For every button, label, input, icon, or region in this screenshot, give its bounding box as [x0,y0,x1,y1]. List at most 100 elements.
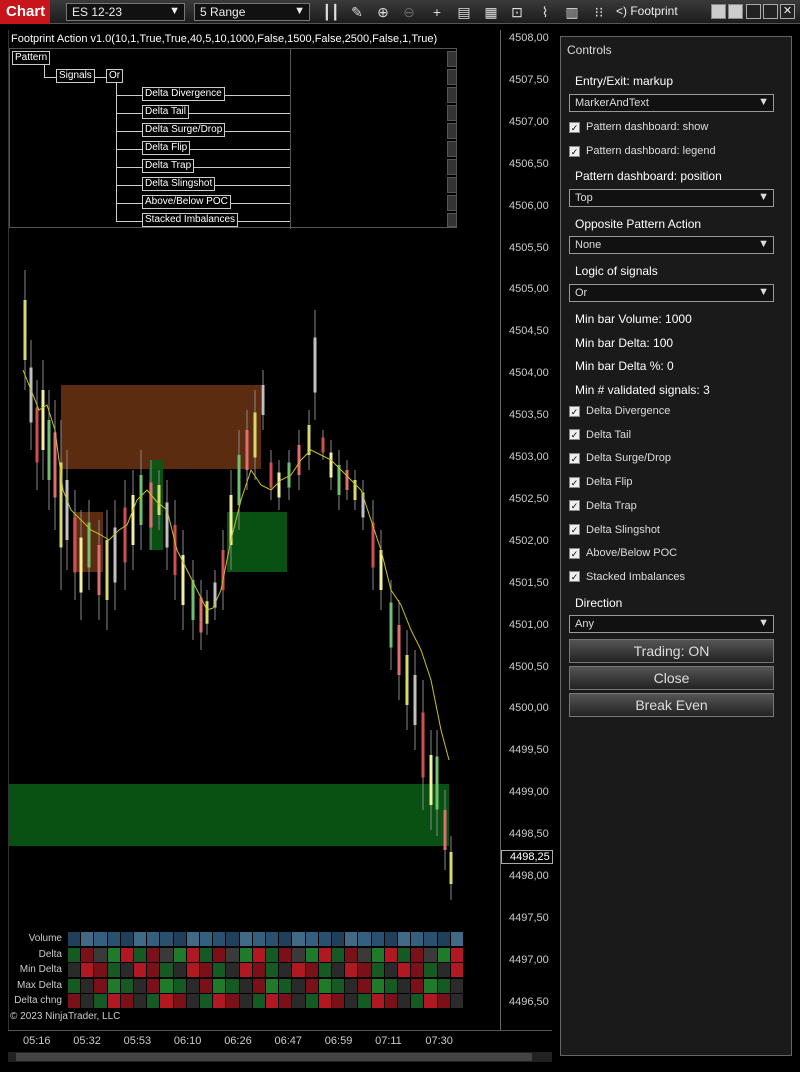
checkbox-icon[interactable]: ✓ [569,547,580,559]
candle-body [73,517,77,573]
checkbox-icon[interactable]: ✓ [569,121,580,133]
maximize-button[interactable] [763,4,778,19]
price-axis[interactable]: 4508,00 4507,50 4507,00 4506,50 4506,00 4505,… [500,30,553,1030]
logic-value: Or [575,287,588,299]
dash-legend-checkbox[interactable]: ✓ Pattern dashboard: legend [569,145,716,157]
dashboard-button[interactable] [447,195,457,211]
dashboard-button[interactable] [447,51,457,67]
dashboard-button[interactable] [447,159,457,175]
candle-body [321,437,325,453]
checkbox-icon[interactable]: ✓ [569,429,580,441]
crosshair-icon[interactable]: + [428,3,446,21]
stat-cell [213,932,226,946]
dashboard-button[interactable] [447,69,457,85]
interval-select[interactable]: 5 Range ▼ [194,3,310,21]
candle-body [389,602,393,648]
strategy-icon[interactable]: ⌇ [536,3,554,21]
candle-body [139,475,143,525]
signal-checkbox[interactable]: ✓ Delta Flip [569,476,632,488]
checkbox-icon[interactable]: ✓ [569,452,580,464]
opposite-select[interactable]: None ▼ [569,236,774,254]
checkbox-icon[interactable]: ✓ [569,145,580,157]
chart-tab[interactable]: Chart [0,0,50,24]
candle-body [105,540,109,600]
price-tick-label: 4506,50 [509,157,549,170]
signal-checkbox[interactable]: ✓ Delta Surge/Drop [569,452,671,464]
dashboard-button[interactable] [447,213,457,227]
signal-checkbox[interactable]: ✓ Delta Slingshot [569,524,660,536]
snapshot-icon[interactable]: ⊡ [508,3,526,21]
grid-icon[interactable]: ⁝⁝ [590,3,608,21]
time-tick-label: 06:47 [274,1035,303,1047]
chart-panel[interactable]: Footprint Action v1.0(10,1,True,True,40,… [8,30,500,1030]
dashboard-button[interactable] [447,141,457,157]
checkbox-icon[interactable]: ✓ [569,476,580,488]
stat-cell [173,963,186,977]
indicators-icon[interactable]: ▥ [563,3,581,21]
dash-position-select[interactable]: Top ▼ [569,189,774,207]
stat-cell [120,932,133,946]
dashboard-button[interactable] [447,87,457,103]
stat-cell [160,994,173,1008]
entry-exit-select[interactable]: MarkerAndText ▼ [569,94,774,112]
candle-body [131,495,135,545]
candle-body [297,445,301,475]
signal-checkbox[interactable]: ✓ Delta Tail [569,429,631,441]
stat-cell [305,994,318,1008]
checkbox-icon[interactable]: ✓ [569,571,580,583]
dashboard-button[interactable] [447,105,457,121]
close-icon[interactable]: ✕ [780,4,795,19]
stat-cell [292,932,305,946]
pattern-dashboard: Pattern Signals Or Delta Divergence Delta… [9,48,457,229]
signal-checkbox[interactable]: ✓ Stacked Imbalances [569,571,685,583]
pattern-item: Above/Below POC [142,195,231,209]
dash-show-checkbox[interactable]: ✓ Pattern dashboard: show [569,121,708,133]
checkbox-icon[interactable]: ✓ [569,524,580,536]
templates-icon[interactable]: ▦ [482,3,500,21]
stat-cell [173,978,186,993]
logic-select[interactable]: Or ▼ [569,284,774,302]
minimize-button[interactable] [746,4,761,19]
stat-cell [94,963,107,977]
price-tick-label: 4500,50 [509,660,549,673]
tile-icon[interactable] [728,4,743,19]
candle-body [313,337,317,393]
time-axis[interactable]: 05:16 05:32 05:53 06:10 06:26 06:47 06:59 07:11… [8,1030,552,1052]
stat-cell [332,932,345,946]
zoom-out-icon[interactable]: ⊖ [400,3,418,21]
zoom-in-icon[interactable]: ⊕ [374,3,392,21]
signal-checkbox[interactable]: ✓ Delta Divergence [569,405,670,417]
scrollbar-thumb[interactable] [16,1053,532,1061]
pencil-icon[interactable]: ✎ [348,3,366,21]
stat-cell [239,978,252,993]
candle-body [47,420,51,480]
stat-cell [200,978,213,993]
instrument-select[interactable]: ES 12-23 ▼ [66,3,185,21]
signals-node: Signals [56,69,95,83]
chevron-down-icon: ▼ [758,286,769,298]
price-tick-label: 4499,00 [509,786,549,799]
signal-checkbox[interactable]: ✓ Above/Below POC [569,547,677,559]
stat-cell [226,963,239,977]
stat-cell [450,994,463,1008]
properties-icon[interactable]: ▤ [455,3,473,21]
checkbox-icon[interactable]: ✓ [569,500,580,512]
dashboard-button[interactable] [447,123,457,139]
horizontal-scrollbar[interactable] [8,1052,552,1062]
trading-toggle-button[interactable]: Trading: ON [569,639,774,663]
controls-panel: Controls Entry/Exit: markup MarkerAndTex… [560,36,792,1056]
close-button[interactable]: Close [569,666,774,690]
signal-checkbox[interactable]: ✓ Delta Trap [569,500,637,512]
dashboard-button[interactable] [447,177,457,193]
stat-row [68,932,464,946]
tile-icon[interactable] [711,4,726,19]
checkbox-icon[interactable]: ✓ [569,405,580,417]
price-tick-label: 4500,00 [509,702,549,715]
stat-cell [252,932,265,946]
bar-type-icon[interactable]: ┃┃ [322,3,340,21]
direction-select[interactable]: Any ▼ [569,615,774,633]
stat-cell [134,932,147,946]
stat-cell [120,963,133,977]
current-price-marker: 4498,25 [501,850,553,864]
break-even-button[interactable]: Break Even [569,693,774,717]
